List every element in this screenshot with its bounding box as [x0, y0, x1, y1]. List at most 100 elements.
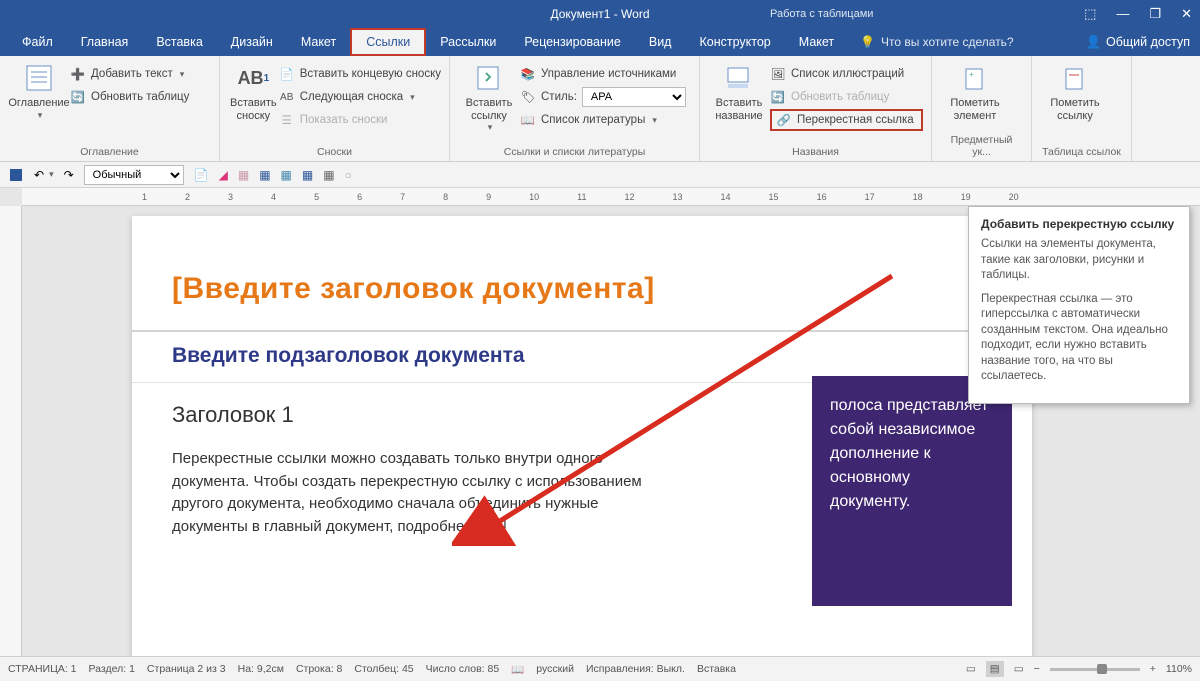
tab-mailings[interactable]: Рассылки: [426, 28, 510, 56]
refresh-icon: 🔄: [770, 89, 786, 105]
show-notes-button: ☰Показать сноски: [279, 109, 441, 131]
chevron-down-icon: ▾: [488, 122, 493, 133]
zoom-in-button[interactable]: +: [1150, 663, 1156, 675]
ribbon-options-icon[interactable]: ⬚: [1084, 6, 1096, 22]
tab-review[interactable]: Рецензирование: [510, 28, 635, 56]
view-print-icon[interactable]: ▤: [986, 661, 1004, 677]
insert-endnote-button[interactable]: 📄Вставить концевую сноску: [279, 63, 441, 85]
save-button[interactable]: [8, 167, 24, 183]
toc-label: Оглавление: [8, 97, 69, 110]
insert-footnote-label: Вставить сноску: [230, 97, 277, 122]
quick-access-toolbar: ↶▾ ↷ Обычный 📄 ◢ ▦ ▦ ▦ ▦ ▦ ○: [0, 162, 1200, 188]
status-language[interactable]: русский: [536, 663, 574, 675]
zoom-slider[interactable]: [1050, 668, 1140, 671]
page: [Введите заголовок документа] Введите по…: [132, 216, 1032, 656]
status-at[interactable]: На: 9,2см: [238, 663, 284, 675]
status-words[interactable]: Число слов: 85: [426, 663, 500, 675]
next-footnote-button[interactable]: ABСледующая сноска▾: [279, 86, 441, 108]
tell-me[interactable]: 💡 Что вы хотите сделать?: [860, 35, 1014, 49]
qat-table-icon[interactable]: ▦: [259, 168, 270, 182]
toc-button[interactable]: Оглавление ▾: [8, 59, 70, 121]
style-select-wrap: Обычный: [84, 165, 184, 185]
divider: [132, 330, 1032, 332]
group-toc-label: Оглавление: [8, 146, 211, 159]
insert-caption-button[interactable]: Вставить название: [708, 59, 770, 122]
status-page-of[interactable]: Страница 2 из 3: [147, 663, 226, 675]
vertical-ruler[interactable]: [0, 206, 22, 656]
update-figures-button: 🔄Обновить таблицу: [770, 86, 923, 108]
insert-caption-label: Вставить название: [715, 97, 762, 122]
cross-reference-tooltip: Добавить перекрестную ссылку Ссылки на э…: [968, 206, 1190, 404]
qat-circle-icon[interactable]: ○: [345, 168, 352, 182]
document-title: Документ1 - Word: [550, 7, 649, 21]
status-page[interactable]: СТРАНИЦА: 1: [8, 663, 77, 675]
cross-reference-button[interactable]: 🔗Перекрестная ссылка: [770, 109, 923, 131]
add-text-button[interactable]: ➕Добавить текст▾: [70, 63, 211, 85]
table-of-figures-button[interactable]: 🖼Список иллюстраций: [770, 63, 923, 85]
endnote-icon: 📄: [279, 66, 295, 82]
citation-icon: [472, 61, 506, 95]
next-footnote-icon: AB: [279, 89, 295, 105]
heading-1[interactable]: Заголовок 1: [172, 402, 294, 428]
mark-citation-button[interactable]: Пометить ссылку: [1040, 59, 1110, 122]
tab-home[interactable]: Главная: [67, 28, 143, 56]
tab-table-design[interactable]: Конструктор: [685, 28, 784, 56]
citation-style-select[interactable]: APA: [582, 87, 686, 107]
tooltip-p1: Ссылки на элементы документа, такие как …: [981, 237, 1177, 284]
bibliography-button[interactable]: 📖Список литературы▾: [520, 109, 691, 131]
horizontal-ruler[interactable]: 1234567891011121314151617181920: [22, 188, 1200, 206]
minimize-icon[interactable]: —: [1116, 6, 1129, 22]
status-spell-icon[interactable]: 📖: [511, 663, 524, 676]
insert-footnote-button[interactable]: AB1 Вставить сноску: [228, 59, 279, 122]
workspace: 1234567891011121314151617181920 [Введите…: [0, 188, 1200, 656]
toc-icon: [22, 61, 56, 95]
update-table-button[interactable]: 🔄Обновить таблицу: [70, 86, 211, 108]
ribbon: Оглавление ▾ ➕Добавить текст▾ 🔄Обновить …: [0, 56, 1200, 162]
tab-table-layout[interactable]: Макет: [785, 28, 848, 56]
restore-icon[interactable]: ❐: [1149, 6, 1161, 22]
quick-style-select[interactable]: Обычный: [84, 165, 184, 185]
status-line[interactable]: Строка: 8: [296, 663, 342, 675]
qat-insert-icon[interactable]: ▦: [302, 168, 313, 182]
group-captions: Вставить название 🖼Список иллюстраций 🔄О…: [700, 56, 932, 161]
manage-sources-icon: 📚: [520, 66, 536, 82]
redo-button[interactable]: ↷: [64, 168, 74, 182]
qat-eraser-icon[interactable]: ◢: [219, 168, 228, 182]
document-canvas[interactable]: [Введите заголовок документа] Введите по…: [22, 206, 1200, 656]
qat-highlight-icon[interactable]: ▦: [238, 168, 249, 182]
insert-citation-button[interactable]: Вставить ссылку ▾: [458, 59, 520, 133]
view-web-icon[interactable]: ▭: [1014, 663, 1024, 675]
group-authorities-label: Таблица ссылок: [1040, 146, 1123, 159]
undo-button[interactable]: ↶▾: [34, 168, 54, 182]
zoom-level[interactable]: 110%: [1166, 663, 1192, 675]
tab-view[interactable]: Вид: [635, 28, 686, 56]
tab-layout[interactable]: Макет: [287, 28, 350, 56]
tab-insert[interactable]: Вставка: [142, 28, 216, 56]
close-icon[interactable]: ✕: [1181, 6, 1192, 22]
zoom-out-button[interactable]: −: [1034, 663, 1040, 675]
status-track[interactable]: Исправления: Выкл.: [586, 663, 685, 675]
qat-btn-1[interactable]: 📄: [194, 168, 209, 182]
footnote-icon: AB1: [236, 61, 270, 95]
share-button[interactable]: 👤 Общий доступ: [1085, 35, 1190, 50]
tab-references[interactable]: Ссылки: [350, 28, 426, 56]
tab-design[interactable]: Дизайн: [217, 28, 287, 56]
title-bar: Документ1 - Word Работа с таблицами ⬚ — …: [0, 0, 1200, 28]
status-section[interactable]: Раздел: 1: [89, 663, 135, 675]
doc-subtitle-placeholder[interactable]: Введите подзаголовок документа: [172, 344, 525, 368]
body-text[interactable]: Перекрестные ссылки можно создавать толь…: [172, 448, 662, 538]
manage-sources-button[interactable]: 📚Управление источниками: [520, 63, 691, 85]
doc-title-placeholder[interactable]: [Введите заголовок документа]: [172, 272, 655, 306]
tab-file[interactable]: Файл: [8, 28, 67, 56]
qat-grid-icon[interactable]: ▦: [281, 168, 292, 182]
status-column[interactable]: Столбец: 45: [354, 663, 413, 675]
sidebar-text-box[interactable]: полоса представляет собой независимое до…: [812, 376, 1012, 606]
group-citations: Вставить ссылку ▾ 📚Управление источникам…: [450, 56, 700, 161]
mark-entry-button[interactable]: + Пометить элемент: [940, 59, 1010, 122]
view-read-icon[interactable]: ▭: [966, 663, 976, 675]
group-footnotes: AB1 Вставить сноску 📄Вставить концевую с…: [220, 56, 450, 161]
bibliography-icon: 📖: [520, 112, 536, 128]
qat-calendar-icon[interactable]: ▦: [323, 168, 334, 182]
status-insert[interactable]: Вставка: [697, 663, 736, 675]
mark-entry-icon: +: [958, 61, 992, 95]
